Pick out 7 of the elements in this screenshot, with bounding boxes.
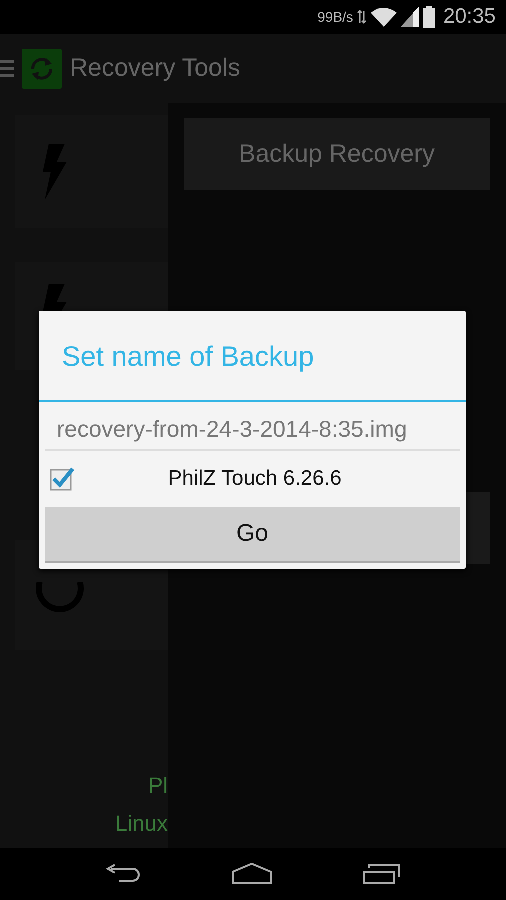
network-speed: 99B/s — [318, 9, 354, 25]
sidebar-text: Linux — [115, 810, 168, 838]
clock: 20:35 — [443, 5, 496, 29]
app-title: Recovery Tools — [70, 54, 240, 83]
dialog-title: Set name of Backup — [39, 311, 466, 402]
sidebar-text: Pl — [148, 772, 168, 800]
option-label: PhilZ Touch 6.26.6 — [167, 467, 343, 491]
